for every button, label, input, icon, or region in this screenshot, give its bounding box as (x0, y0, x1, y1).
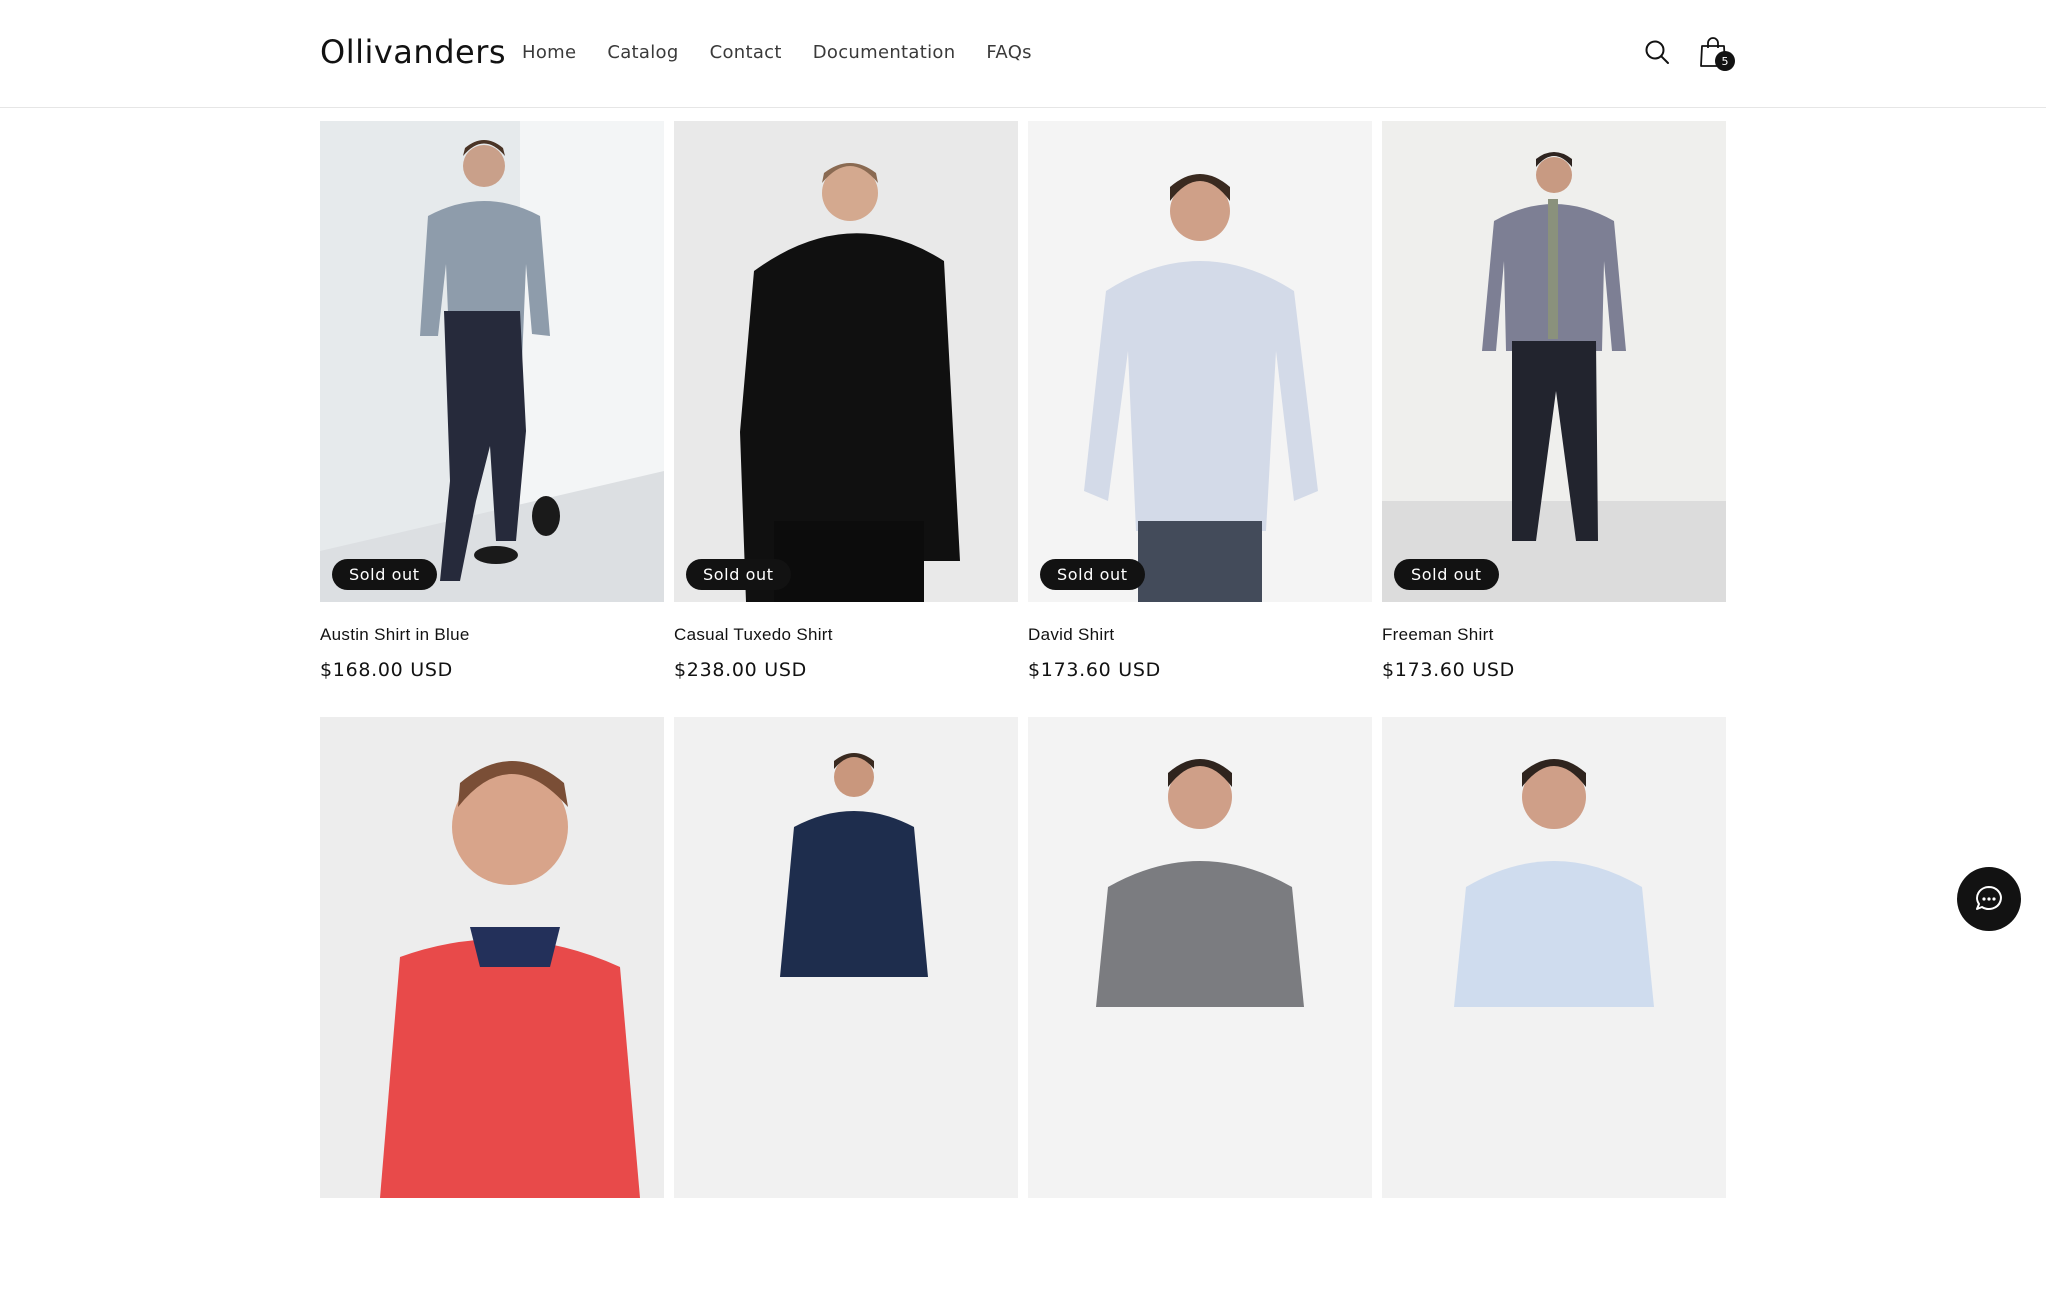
nav-catalog[interactable]: Catalog (607, 42, 678, 63)
product-grid: Sold out Austin Shirt in Blue $168.00 US… (320, 121, 1726, 1313)
main-nav: Home Catalog Contact Documentation FAQs (522, 42, 1063, 63)
product-card[interactable] (1028, 717, 1372, 1313)
product-card[interactable]: Sold out Freeman Shirt $173.60 USD (1382, 121, 1726, 717)
product-title[interactable]: Casual Tuxedo Shirt (674, 625, 1018, 645)
product-card[interactable] (674, 717, 1018, 1313)
product-image (674, 717, 1018, 1198)
sold-out-badge: Sold out (686, 559, 791, 590)
product-price: $173.60 USD (1028, 659, 1161, 681)
product-image: Sold out (1382, 121, 1726, 602)
site-header: Ollivanders Home Catalog Contact Documen… (0, 0, 2046, 108)
product-card[interactable]: Sold out David Shirt $173.60 USD (1028, 121, 1372, 717)
product-image (320, 717, 664, 1198)
product-image: Sold out (320, 121, 664, 602)
product-image (1028, 717, 1372, 1198)
product-price: $168.00 USD (320, 659, 453, 681)
sold-out-badge: Sold out (1394, 559, 1499, 590)
product-image: Sold out (674, 121, 1018, 602)
product-card[interactable] (320, 717, 664, 1313)
search-icon (1645, 40, 1669, 64)
product-card[interactable]: Sold out Casual Tuxedo Shirt $238.00 USD (674, 121, 1018, 717)
product-title[interactable]: David Shirt (1028, 625, 1372, 645)
product-image (1382, 717, 1726, 1198)
nav-documentation[interactable]: Documentation (813, 42, 956, 63)
search-button[interactable] (1639, 34, 1675, 70)
cart-button[interactable]: 5 (1695, 34, 1735, 71)
product-card[interactable]: Sold out Austin Shirt in Blue $168.00 US… (320, 121, 664, 717)
product-card[interactable] (1382, 717, 1726, 1313)
product-title[interactable]: Austin Shirt in Blue (320, 625, 664, 645)
product-image: Sold out (1028, 121, 1372, 602)
nav-contact[interactable]: Contact (710, 42, 782, 63)
chat-bubble-icon (1976, 886, 2002, 910)
product-price: $238.00 USD (674, 659, 807, 681)
sold-out-badge: Sold out (1040, 559, 1145, 590)
sold-out-badge: Sold out (332, 559, 437, 590)
chat-button[interactable] (1957, 867, 2021, 931)
product-price: $173.60 USD (1382, 659, 1515, 681)
cart-count-badge: 5 (1715, 51, 1735, 71)
product-title[interactable]: Freeman Shirt (1382, 625, 1726, 645)
nav-home[interactable]: Home (522, 42, 576, 63)
store-logo[interactable]: Ollivanders (320, 33, 506, 71)
nav-faqs[interactable]: FAQs (986, 42, 1031, 63)
